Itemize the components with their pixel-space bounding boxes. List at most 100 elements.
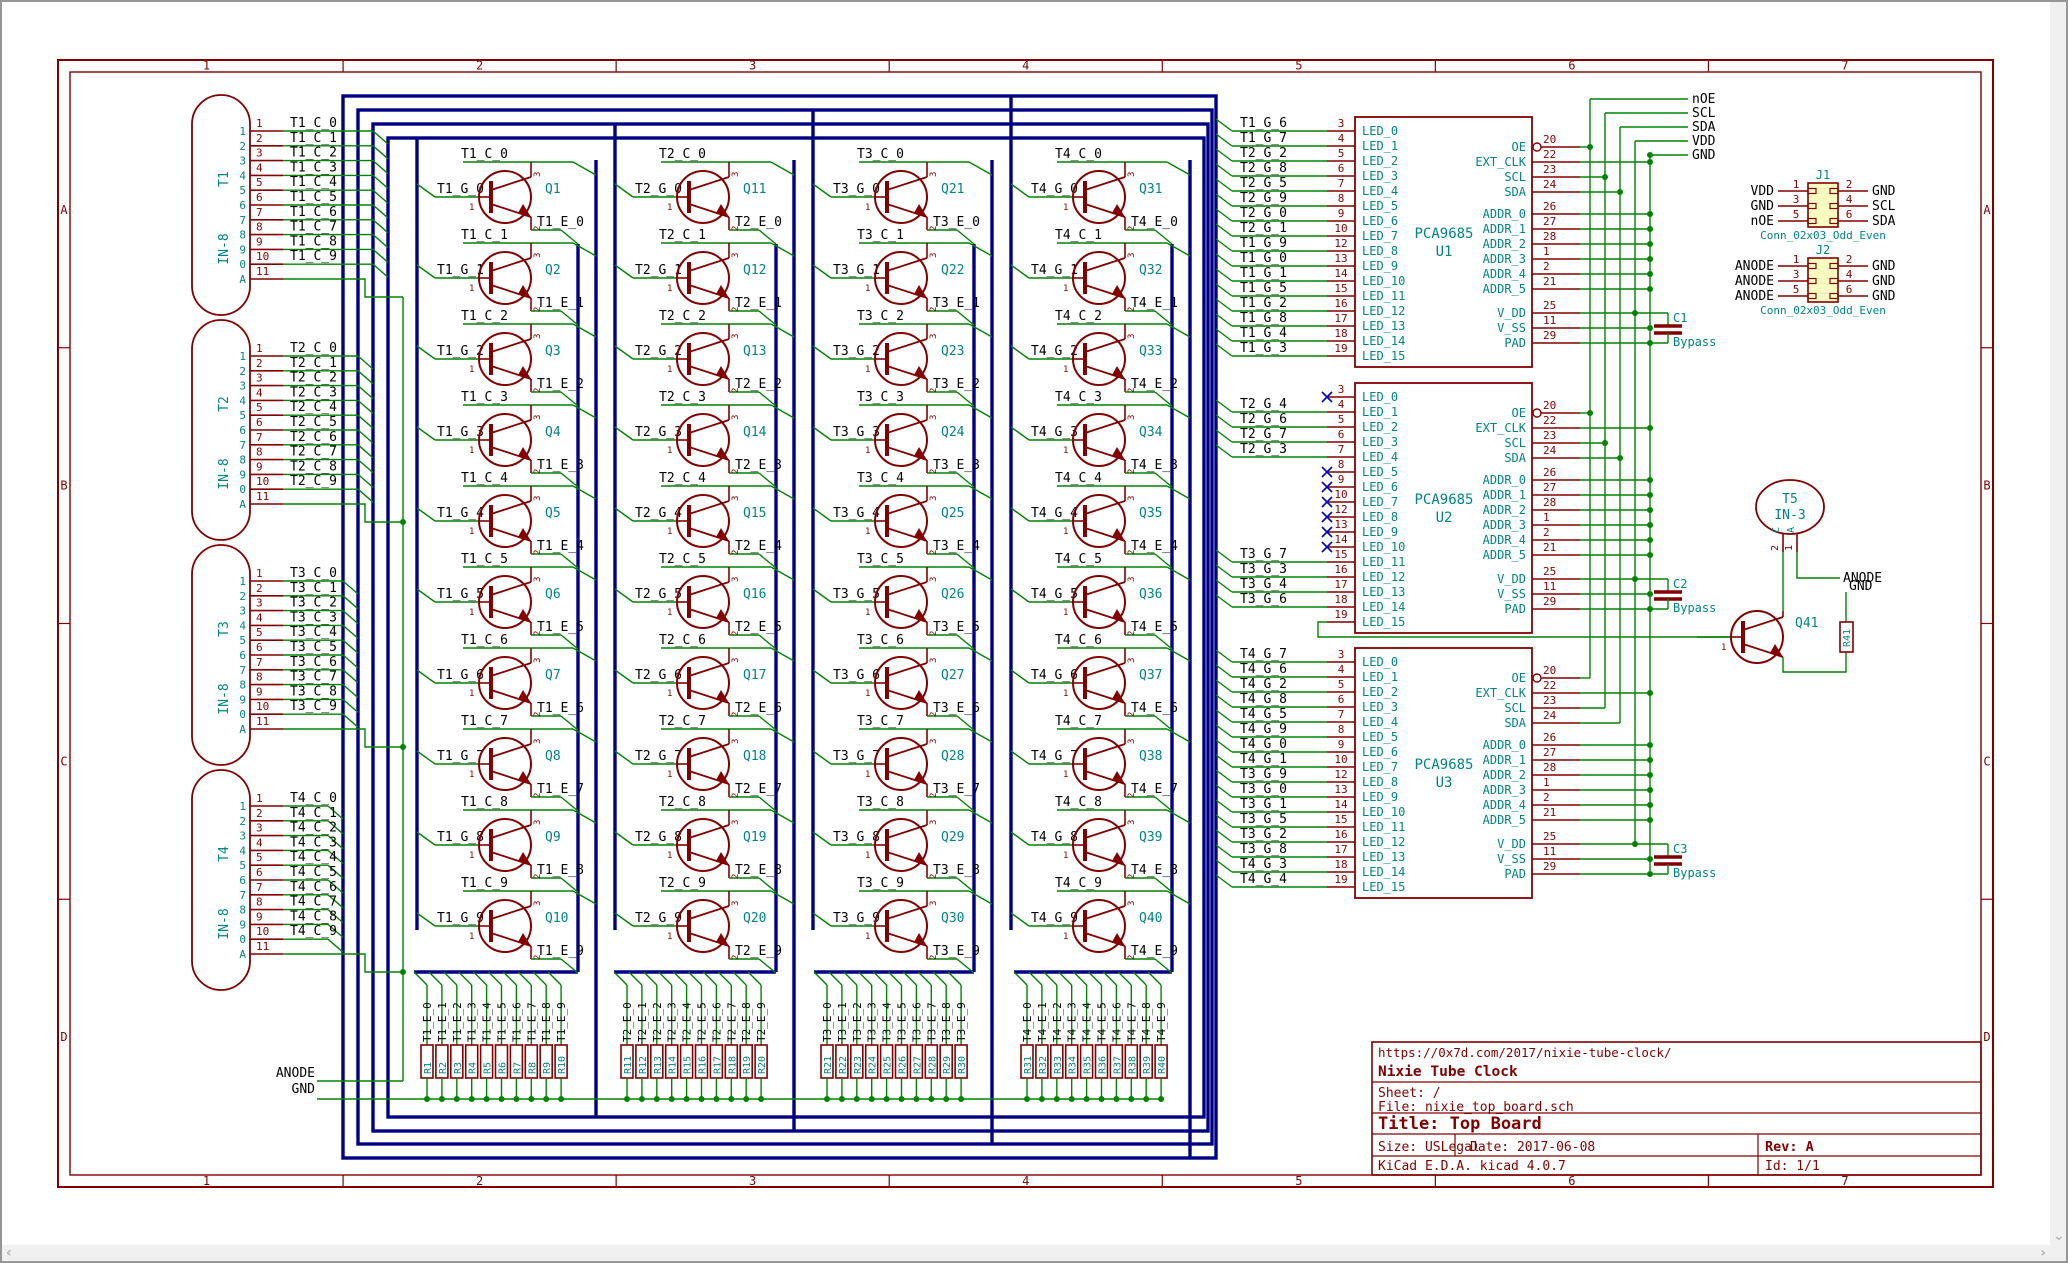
resistor-R11[interactable]: T2_E_0R11 — [614, 972, 634, 1102]
net-label: T3_C_6 — [857, 633, 904, 648]
pin-number: 11 — [256, 715, 269, 728]
transistor-ref: Q18 — [743, 749, 766, 764]
net-label: T3_C_5 — [857, 552, 904, 567]
bus-entry — [1014, 972, 1027, 985]
transistor-ref: Q20 — [743, 911, 766, 926]
resistor-ref: R13 — [653, 1056, 664, 1074]
transistor-Q41[interactable]: 1Q41 — [1697, 611, 1846, 672]
bus-entry — [644, 972, 657, 985]
pin-number: 1 — [1793, 178, 1800, 191]
net-label: T3_G_4 — [1240, 577, 1287, 592]
net-label: T2_G_9 — [635, 911, 682, 926]
pin-name: LED_12 — [1362, 835, 1405, 849]
pin-number: 10 — [256, 475, 269, 488]
net-label: T1_G_7 — [437, 749, 484, 764]
net-label: T4_C_8 — [290, 909, 337, 924]
ic-U3[interactable]: PCA9685U33LED_0T4_G_74LED_1T4_G_65LED_2T… — [1216, 647, 1668, 898]
resistor-R31[interactable]: T4_E_0R31 — [1014, 972, 1034, 1102]
pin-name: LED_15 — [1362, 349, 1405, 363]
bus-entry — [1216, 815, 1232, 827]
resistor-R21[interactable]: T3_E_0R21 — [814, 972, 834, 1102]
jumper-J2[interactable]: J2Conn_02x03_Odd_Even1ANODE3ANODE5ANODE2… — [1735, 243, 1896, 317]
horizontal-scrollbar[interactable]: ‹ › — [2, 1245, 2050, 1261]
net-label: T2_C_5 — [290, 415, 337, 430]
net-label: T3_C_7 — [290, 670, 337, 685]
resistor-R41[interactable]: GNDR41 — [1840, 579, 1873, 652]
collector-arm — [491, 501, 531, 514]
bus-entry — [844, 972, 857, 985]
pin-name: PAD — [1504, 602, 1526, 616]
bus-entry — [373, 190, 388, 203]
net-label: T1_C_7 — [461, 714, 508, 729]
net-label: T2_E_2 — [651, 1002, 664, 1042]
net-label: T1_E_3 — [466, 1002, 479, 1042]
scroll-down-icon[interactable]: ⌄ — [2053, 1229, 2065, 1243]
pin-number: 5 — [256, 851, 263, 864]
pin-number: 3 — [731, 253, 741, 258]
net-label: T2_C_4 — [290, 400, 337, 415]
pin-name: LED_1 — [1362, 670, 1398, 684]
transistor-Q30[interactable]: T3_C_9T3_G_9T3_E_9132Q30 — [813, 876, 992, 973]
pin-name: 1 — [239, 575, 246, 588]
bus-entry — [813, 265, 831, 278]
collector-arm — [689, 177, 729, 190]
bus-entry — [1216, 134, 1232, 146]
bus-entry — [813, 427, 831, 440]
scroll-left-icon[interactable]: ‹ — [6, 1246, 12, 1260]
pin-number: 2 — [731, 631, 741, 636]
jumper-body — [1808, 258, 1838, 302]
frame-col-label: 5 — [1295, 59, 1302, 73]
pin-name: ADDR_1 — [1483, 488, 1526, 502]
transistor-ref: Q19 — [743, 830, 766, 845]
resistor-ref: R5 — [483, 1062, 494, 1074]
vertical-scrollbar[interactable]: ⌄ — [2050, 2, 2066, 1245]
transistor-ref: Q10 — [545, 911, 568, 926]
bus-entry — [629, 972, 642, 985]
bus-entry — [373, 235, 388, 248]
pin-number: 12 — [1334, 768, 1347, 781]
bus-entry — [1216, 680, 1232, 692]
net-label: T4_E_8 — [1131, 863, 1178, 878]
collector-arm — [491, 906, 531, 919]
pin-name: LED_12 — [1362, 304, 1405, 318]
bus-entry — [1216, 119, 1232, 131]
net-label: T1_C_1 — [290, 131, 337, 146]
connector-ref: T1 — [217, 171, 232, 187]
net-label: T2_C_8 — [659, 795, 706, 810]
pin-number: 1 — [865, 608, 870, 618]
net-label: ANODE — [1735, 259, 1774, 274]
pin-number: 9 — [256, 910, 263, 923]
resistor-R1[interactable]: T1_E_0R1 — [414, 972, 434, 1102]
bus-entry — [615, 751, 633, 764]
net-label: T2_E_6 — [735, 701, 782, 716]
bus-entry — [1216, 695, 1232, 707]
transistor-Q10[interactable]: T1_C_9T1_G_9T1_E_9132Q10 — [417, 876, 596, 973]
pin-number: 17 — [1334, 578, 1347, 591]
net-label: T2_C_0 — [659, 147, 706, 162]
pin-name: ADDR_2 — [1483, 237, 1526, 251]
pin-number: 2 — [1770, 545, 1781, 551]
resistor-ref: R16 — [698, 1056, 709, 1074]
net-label: T4_E_9 — [1155, 1002, 1168, 1042]
pin-name: LED_7 — [1362, 760, 1398, 774]
scroll-right-icon[interactable]: › — [2040, 1246, 2046, 1260]
jumper-J1[interactable]: J1Conn_02x03_Odd_Even1VDD3GND5nOE2GND4SC… — [1751, 168, 1896, 242]
pin-number: 4 — [256, 161, 263, 174]
pin-name: EXT_CLK — [1475, 421, 1526, 435]
bus-entry — [1103, 972, 1116, 985]
ic-U1[interactable]: PCA9685U13LED_0T1_G_64LED_1T1_G_75LED_2T… — [1216, 116, 1668, 367]
ic-U2[interactable]: PCA9685U23LED_04LED_1T2_G_45LED_2T2_G_66… — [1216, 383, 1731, 637]
pin-name: LED_13 — [1362, 585, 1405, 599]
transistor-ref: Q4 — [545, 425, 561, 440]
transistor-Q40[interactable]: T4_C_9T4_G_9T4_E_9132Q40 — [1011, 876, 1190, 973]
bus-entry — [615, 265, 633, 278]
bus-entry — [615, 832, 633, 845]
resistor-ref: R22 — [838, 1056, 849, 1074]
net-label: T3_C_1 — [857, 228, 904, 243]
bus-entry — [1155, 311, 1172, 325]
pin-number: 1 — [1063, 608, 1068, 618]
schematic-canvas[interactable]: 11223344556677AABBCCDDT1IN-811T1_C_022T1… — [2, 2, 2050, 1245]
net-label: T4_G_5 — [1031, 587, 1078, 602]
pin-number: 2 — [1127, 874, 1137, 879]
transistor-Q20[interactable]: T2_C_9T2_G_9T2_E_9132Q20 — [615, 876, 794, 973]
